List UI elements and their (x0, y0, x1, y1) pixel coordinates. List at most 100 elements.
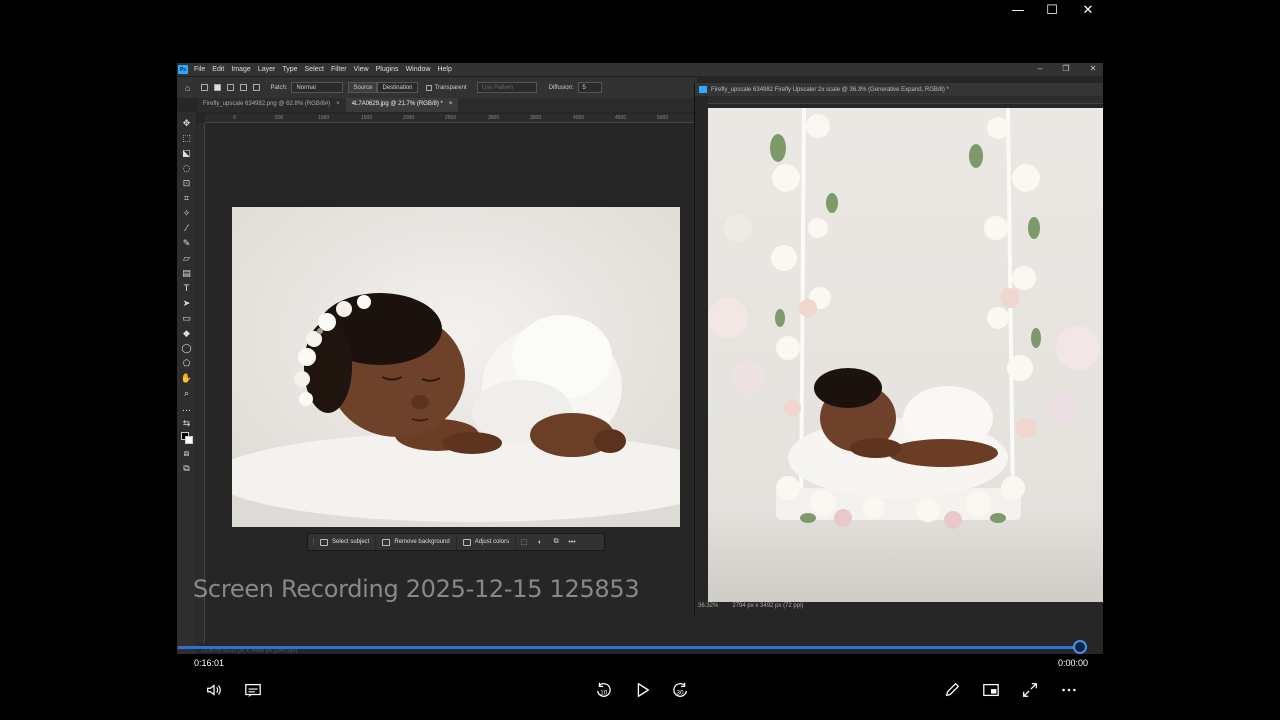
ps-restore-icon[interactable]: ❐ (1059, 64, 1073, 73)
tab-close-icon[interactable]: × (449, 101, 453, 109)
person-icon (320, 538, 328, 546)
ps-minimize-icon[interactable]: – (1033, 64, 1047, 73)
document-canvas[interactable] (232, 207, 680, 527)
menu-select[interactable]: Select (305, 66, 324, 73)
new-selection-icon[interactable] (214, 84, 222, 91)
intersect-selection-icon[interactable] (253, 84, 261, 91)
select-subject-button[interactable]: Select subject (314, 534, 377, 550)
volume-icon (207, 684, 221, 696)
contextual-taskbar: ⋮ Select subject Remove background Adjus… (307, 533, 605, 551)
color-swatches-icon[interactable] (180, 431, 194, 446)
more-options-button[interactable]: ••• (567, 537, 577, 547)
more-button[interactable] (1058, 680, 1080, 700)
seek-thumb[interactable] (1073, 640, 1087, 654)
quick-mask-icon[interactable]: ⧈ (180, 447, 194, 461)
transform-icon[interactable]: ⬚ (519, 537, 529, 547)
ps-close-icon[interactable]: ✕ (1086, 64, 1100, 73)
tool-preset-icon[interactable] (201, 84, 209, 91)
captions-button[interactable] (242, 680, 264, 700)
adjust-colors-button[interactable]: Adjust colors (457, 534, 517, 550)
seek-progress (178, 646, 1071, 649)
menu-layer[interactable]: Layer (258, 66, 276, 73)
menu-file[interactable]: File (194, 66, 205, 73)
rectangle-tool-icon[interactable]: ▭ (180, 312, 194, 326)
eyedropper-icon[interactable]: ⁄ (180, 222, 194, 236)
paint-bucket-icon[interactable]: ◆ (180, 327, 194, 341)
transparent-checkbox[interactable] (425, 84, 432, 91)
hand-tool-icon[interactable]: ✋ (180, 372, 194, 386)
more-tools-icon[interactable]: … (180, 402, 194, 416)
object-select-tool-icon[interactable]: ⬕ (180, 147, 194, 161)
floating-dimensions: 2794 px x 3492 px (72 ppi) (732, 603, 804, 609)
source-button[interactable]: Source (348, 82, 378, 93)
crop-tool-icon[interactable]: ⌗ (180, 192, 194, 206)
use-pattern-button[interactable]: Use Pattern (476, 82, 537, 93)
menu-image[interactable]: Image (231, 66, 250, 73)
menu-edit[interactable]: Edit (212, 66, 224, 73)
pencil-icon (945, 682, 960, 697)
patch-label: Patch: (270, 84, 288, 91)
skip-forward-button[interactable]: 30 (670, 680, 692, 700)
transparent-label: Transparent (434, 84, 467, 91)
move-tool-icon[interactable]: ✥ (180, 117, 194, 131)
document-tabs: Firefly_upscale 634982.png @ 62.8% (RGB/… (197, 98, 697, 112)
time-remaining: 0:00:00 (1058, 658, 1089, 668)
menu-view[interactable]: View (354, 66, 369, 73)
gradient-tool-icon[interactable]: ▤ (180, 267, 194, 281)
edit-button[interactable] (941, 680, 963, 700)
seek-bar[interactable] (178, 646, 1080, 649)
mini-player-button[interactable] (980, 680, 1002, 700)
ellipsis-icon (1062, 688, 1076, 692)
eraser-tool-icon[interactable]: ▱ (180, 252, 194, 266)
fullscreen-button[interactable] (1019, 680, 1041, 700)
time-elapsed: 0:16:01 (194, 658, 225, 668)
maximize-button[interactable]: ☐ (1034, 0, 1070, 20)
mask-icon[interactable]: ⧉ (551, 537, 561, 547)
image-icon (382, 538, 391, 546)
remove-background-button[interactable]: Remove background (376, 534, 457, 550)
path-select-icon[interactable]: ➤ (180, 297, 194, 311)
skip-back-button[interactable]: 10 (592, 680, 614, 700)
expand-icon (1023, 683, 1037, 697)
floating-zoom-level[interactable]: 36.32% (698, 603, 718, 609)
menu-window[interactable]: Window (406, 66, 431, 73)
floating-horizontal-ruler (708, 96, 1103, 104)
zoom-tool-icon[interactable]: ⌕ (180, 387, 194, 401)
menu-help[interactable]: Help (437, 66, 451, 73)
shape-tool-icon[interactable]: ⬠ (180, 357, 194, 371)
destination-button[interactable]: Destination (377, 82, 418, 93)
tab-firefly-upscale[interactable]: Firefly_upscale 634982.png @ 62.8% (RGB/… (197, 98, 346, 112)
floating-document-canvas[interactable] (708, 108, 1103, 602)
brush-tool-icon[interactable]: ✎ (180, 237, 194, 251)
floating-window-title[interactable]: Firefly_upscale 634982 Firefly Upscaler … (695, 83, 1103, 96)
tab-close-icon[interactable]: × (336, 101, 340, 109)
tools-panel: ✥ ⬚ ⬕ ◌ ⊡ ⌗ ✧ ⁄ ✎ ▱ ▤ T ➤ ▭ ◆ ◯ ⬠ ✋ ⌕ … … (177, 112, 196, 654)
captions-icon (245, 683, 261, 698)
swap-colors-icon[interactable]: ⇆ (180, 417, 194, 431)
tab-4l7a0629[interactable]: 4L7A0629.jpg @ 21.7% (RGB/8) * × (345, 98, 459, 112)
options-bar: ⌂ Patch: Normal Source Destination Trans… (177, 76, 697, 98)
type-tool-icon[interactable]: T (180, 282, 194, 296)
magic-wand-icon[interactable]: ✧ (180, 207, 194, 221)
patch-mode-select[interactable]: Normal (291, 82, 344, 93)
add-selection-icon[interactable] (227, 84, 235, 91)
contrast-icon[interactable]: ◐ (535, 537, 545, 547)
subtract-selection-icon[interactable] (240, 84, 248, 91)
marquee-tool-icon[interactable]: ⬚ (180, 132, 194, 146)
menu-type[interactable]: Type (282, 66, 297, 73)
home-icon[interactable]: ⌂ (185, 83, 190, 93)
menu-filter[interactable]: Filter (331, 66, 347, 73)
skip-back-icon: 10 (596, 682, 611, 697)
lasso-tool-icon[interactable]: ◌ (180, 162, 194, 176)
close-button[interactable]: ✕ (1070, 0, 1106, 20)
horizontal-ruler: 0 500 1000 1500 2000 2500 3000 3500 4000… (205, 114, 697, 123)
screen-mode-icon[interactable]: ⧉ (180, 462, 194, 476)
play-button[interactable] (631, 680, 653, 700)
volume-button[interactable] (203, 680, 225, 700)
diffusion-input[interactable]: 5 (577, 82, 602, 93)
menu-plugins[interactable]: Plugins (376, 66, 399, 73)
ellipse-tool-icon[interactable]: ◯ (180, 342, 194, 356)
frame-tool-icon[interactable]: ⊡ (180, 177, 194, 191)
newborn-photo (232, 207, 680, 527)
minimize-button[interactable]: — (1000, 0, 1036, 20)
